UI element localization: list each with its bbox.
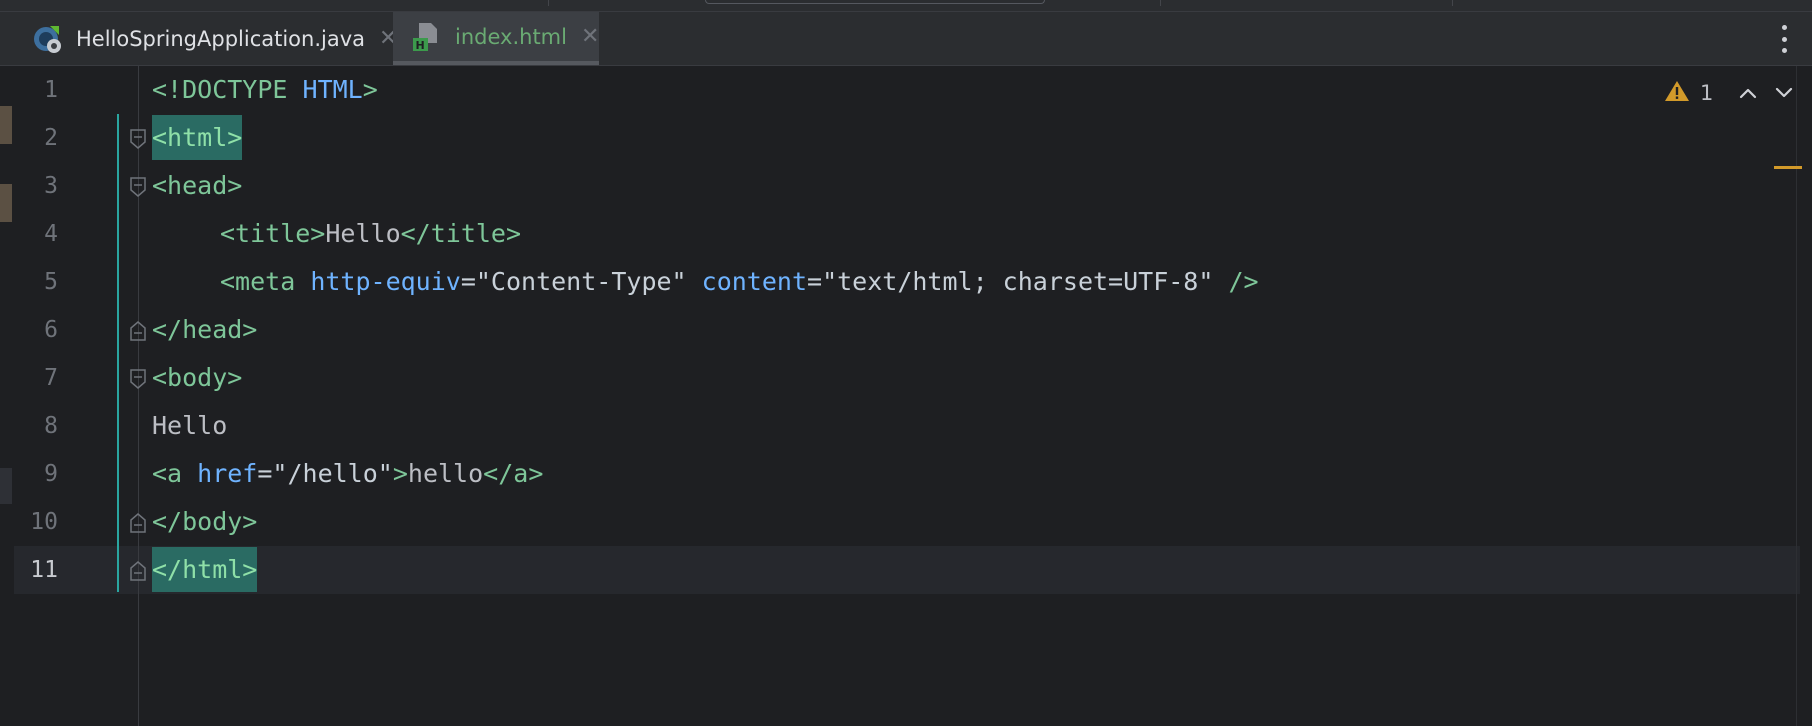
- line-number: 8: [44, 413, 58, 439]
- code-line[interactable]: 9 <a href="/hello">hello</a>: [0, 450, 1812, 498]
- line-number: 6: [44, 317, 58, 343]
- fold-open-icon[interactable]: [129, 177, 147, 197]
- tab-label: index.html: [455, 24, 567, 49]
- code-text: </html>: [152, 546, 258, 594]
- svg-text:H: H: [416, 39, 425, 52]
- code-text: <title>Hello</title>: [220, 219, 522, 248]
- code-line[interactable]: 11 </html>: [0, 546, 1812, 594]
- tab-label: HelloSpringApplication.java: [76, 26, 366, 51]
- inspections-widget[interactable]: 1: [1664, 79, 1795, 107]
- previous-highlight-icon[interactable]: [1737, 82, 1759, 104]
- warning-count: 1: [1700, 81, 1714, 105]
- separator: [1160, 0, 1161, 6]
- code-text: <head>: [152, 171, 243, 200]
- code-text: <!DOCTYPE HTML>: [152, 75, 378, 104]
- code-line[interactable]: 1 <!DOCTYPE HTML>: [0, 66, 1812, 114]
- line-number: 1: [44, 77, 58, 103]
- line-number: 7: [44, 365, 58, 391]
- code-line[interactable]: 6 </head>: [0, 306, 1812, 354]
- line-number: 9: [44, 461, 58, 487]
- next-highlight-icon[interactable]: [1773, 82, 1795, 104]
- code-line[interactable]: 3 <head>: [0, 162, 1812, 210]
- separator: [1452, 0, 1453, 6]
- toolbar-widget[interactable]: [705, 0, 1045, 4]
- editor-tab-bar: HelloSpringApplication.java ✕ H index.ht…: [0, 12, 1812, 66]
- spring-boot-java-icon: [32, 23, 64, 55]
- html-file-icon: H: [411, 21, 443, 53]
- code-line[interactable]: 5 <meta http-equiv="Content-Type" conten…: [0, 258, 1812, 306]
- code-line[interactable]: 4 <title>Hello</title>: [0, 210, 1812, 258]
- code-text: <body>: [152, 363, 243, 392]
- close-icon[interactable]: ✕: [581, 25, 599, 48]
- tab-index-html[interactable]: H index.html ✕: [393, 12, 599, 65]
- line-number: 5: [44, 269, 58, 295]
- code-line[interactable]: 8 Hello: [0, 402, 1812, 450]
- code-text: </head>: [152, 315, 258, 344]
- warning-icon: [1664, 79, 1690, 107]
- fold-open-icon[interactable]: [129, 369, 147, 389]
- warning-stripe-marker[interactable]: [1774, 166, 1802, 169]
- line-number: 10: [30, 509, 58, 535]
- tab-hellospringapplication[interactable]: HelloSpringApplication.java ✕: [14, 12, 397, 65]
- line-number: 11: [30, 557, 58, 583]
- fold-close-icon[interactable]: [129, 513, 147, 533]
- code-text: Hello: [152, 411, 228, 440]
- fold-close-icon[interactable]: [129, 321, 147, 341]
- code-text: </body>: [152, 507, 258, 536]
- fold-open-icon[interactable]: [129, 129, 147, 149]
- code-text: <a href="/hello">hello</a>: [152, 459, 544, 488]
- line-number: 3: [44, 173, 58, 199]
- line-number: 4: [44, 221, 58, 247]
- line-number: 2: [44, 125, 58, 151]
- code-text: <meta http-equiv="Content-Type" content=…: [220, 267, 1259, 296]
- fold-close-icon[interactable]: [129, 561, 147, 581]
- code-line[interactable]: 2 <html>: [0, 114, 1812, 162]
- code-text: <html>: [152, 114, 243, 162]
- code-line[interactable]: 10 </body>: [0, 498, 1812, 546]
- title-bar-remnant: [0, 0, 1812, 12]
- code-line[interactable]: 7 <body>: [0, 354, 1812, 402]
- separator: [548, 0, 549, 6]
- vertical-scrollbar[interactable]: [1796, 66, 1797, 726]
- more-options-icon[interactable]: [1774, 21, 1794, 57]
